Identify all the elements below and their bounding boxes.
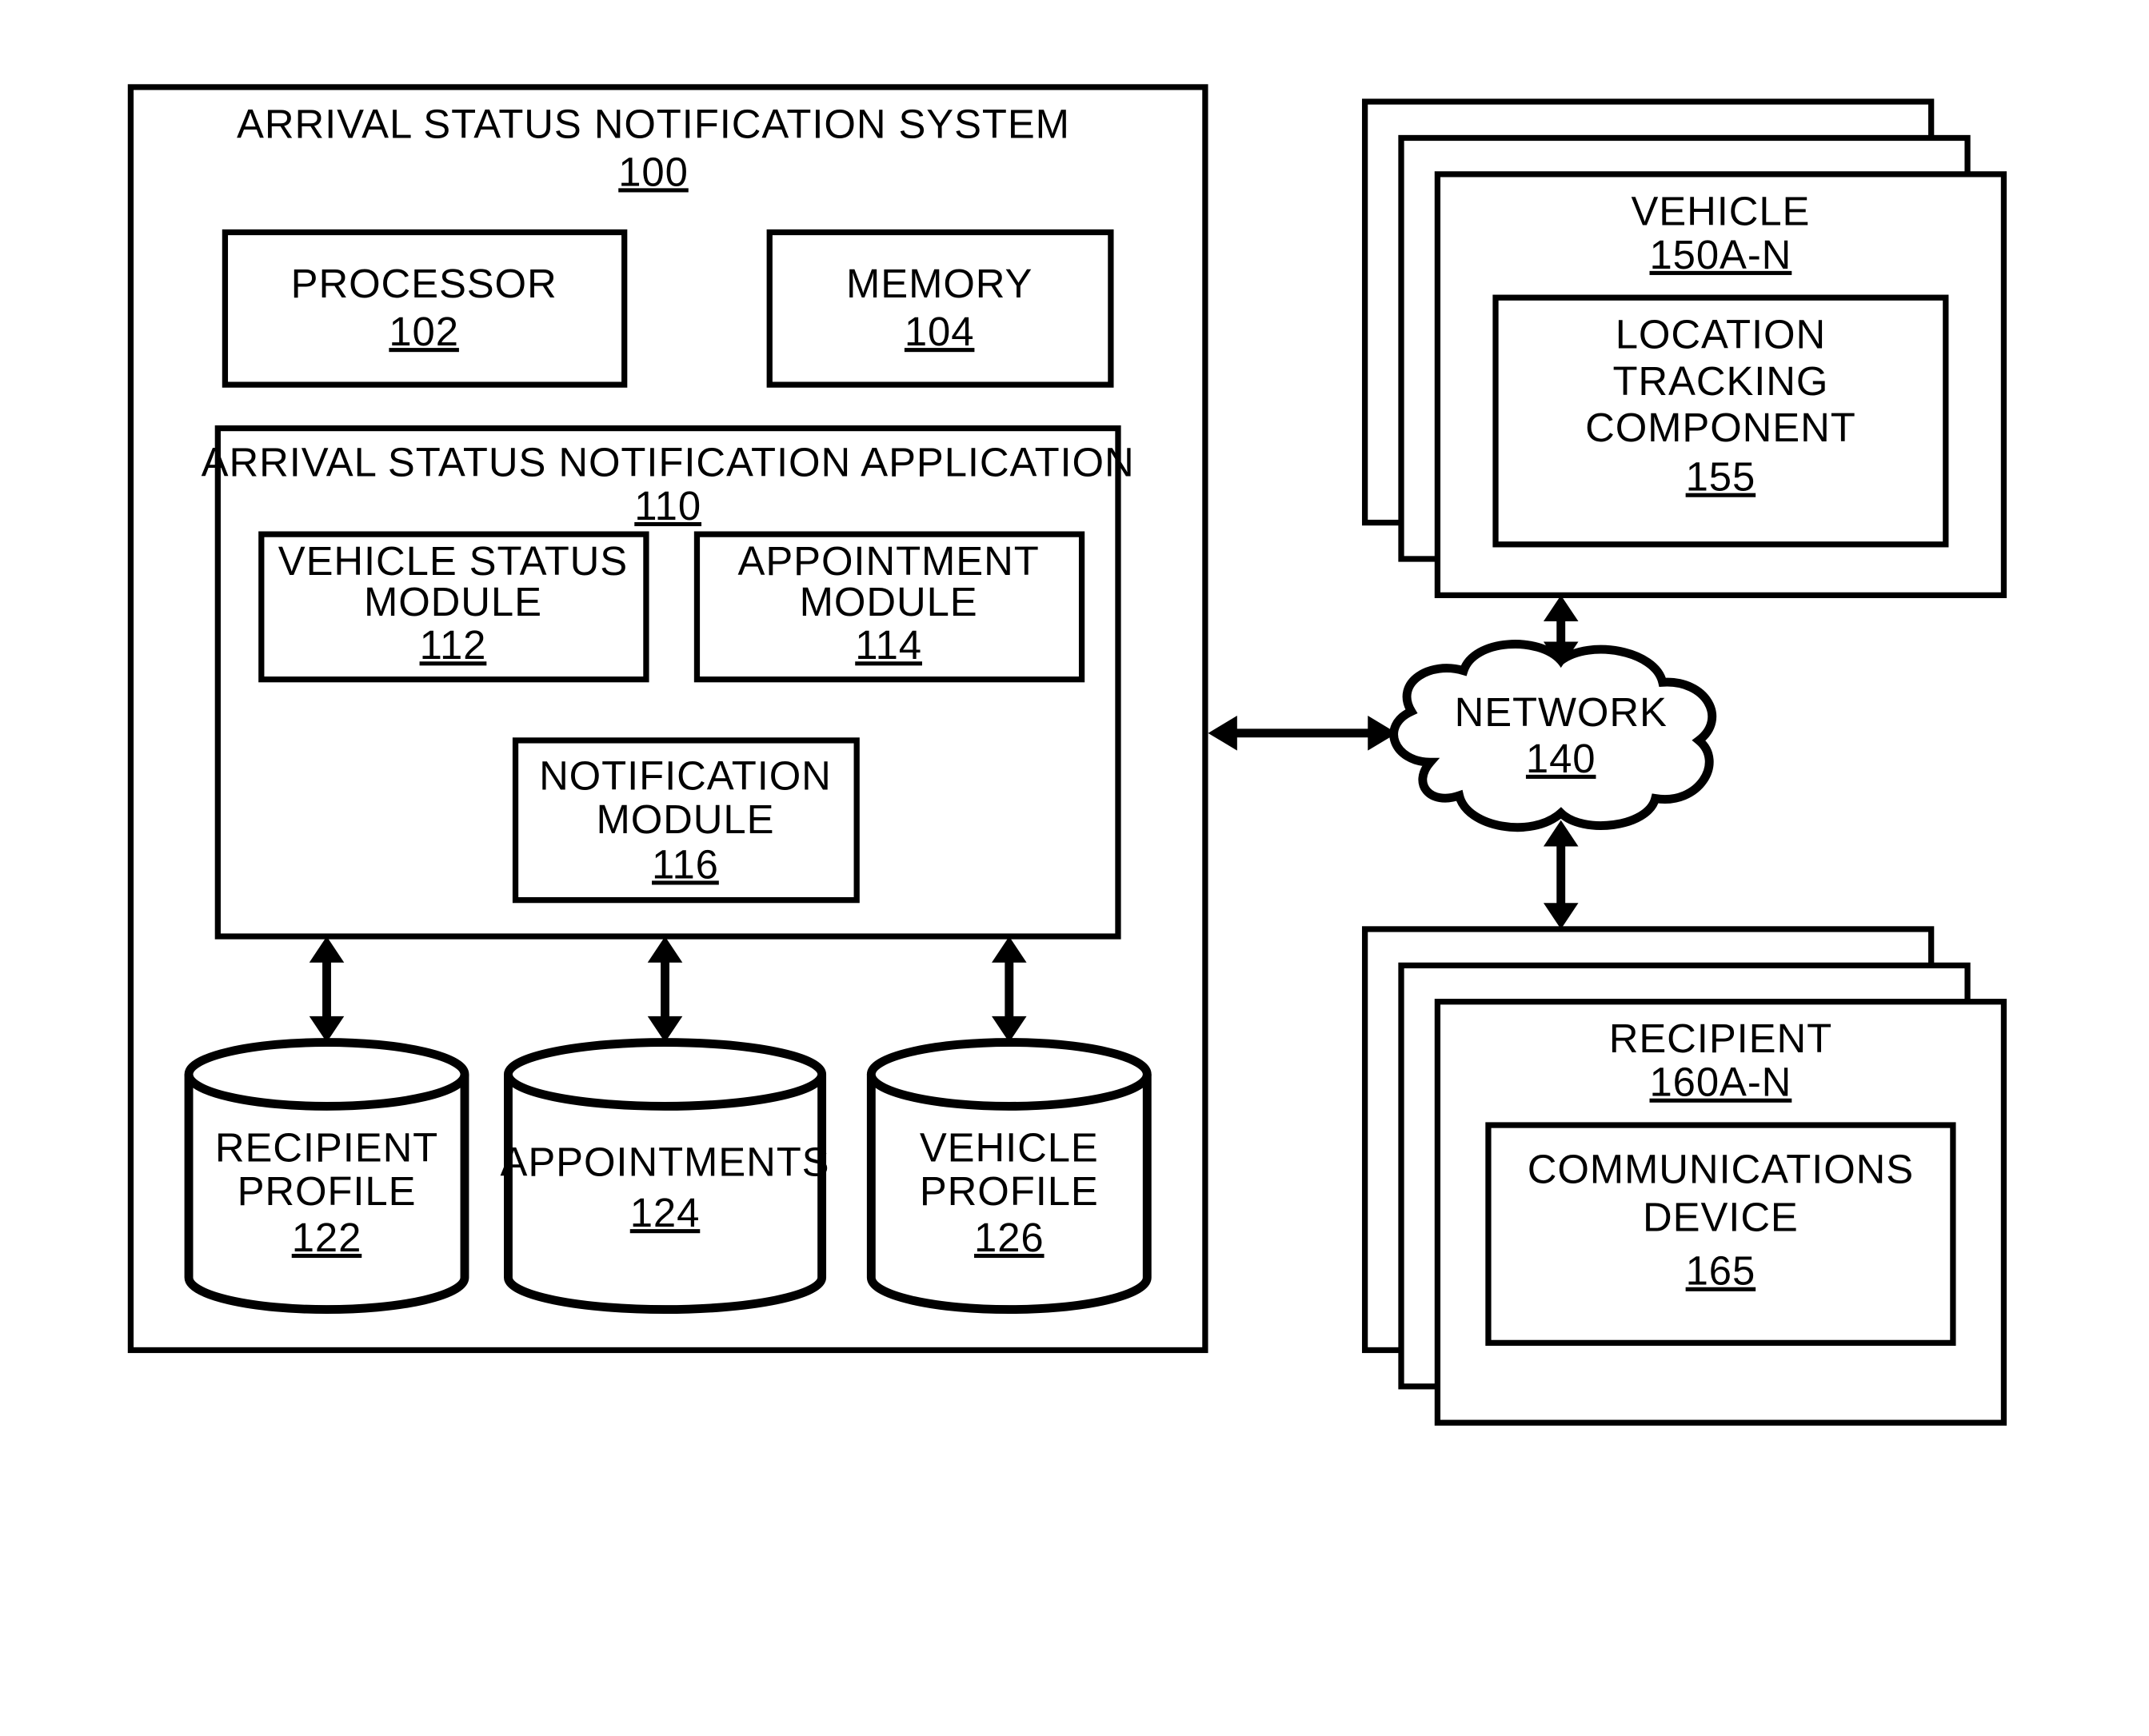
rp-ref: 122 bbox=[292, 1215, 362, 1260]
rp-line2: PROFILE bbox=[238, 1168, 417, 1214]
vp-ref: 126 bbox=[974, 1215, 1045, 1260]
location-tracking-component-box: LOCATION TRACKING COMPONENT 155 bbox=[1496, 297, 1946, 545]
communications-device-box: COMMUNICATIONS DEVICE 165 bbox=[1488, 1125, 1953, 1343]
application-title: ARRIVAL STATUS NOTIFICATION APPLICATION bbox=[202, 439, 1135, 485]
notification-module-box: NOTIFICATION MODULE 116 bbox=[516, 740, 857, 900]
vsm-line1: VEHICLE STATUS bbox=[278, 538, 628, 584]
system-block: ARRIVAL STATUS NOTIFICATION SYSTEM 100 P… bbox=[130, 87, 1204, 1351]
network-cloud: NETWORK 140 bbox=[1394, 645, 1712, 828]
apptm-line1: APPOINTMENT bbox=[738, 538, 1040, 584]
cd-line1: COMMUNICATIONS bbox=[1528, 1147, 1914, 1192]
system-ref: 100 bbox=[618, 149, 689, 194]
cd-line2: DEVICE bbox=[1643, 1195, 1799, 1240]
vehicle-stack: VEHICLE 150A-N LOCATION TRACKING COMPONE… bbox=[1365, 102, 2004, 595]
vp-line1: VEHICLE bbox=[920, 1124, 1099, 1170]
vehicle-profile-store: VEHICLE PROFILE 126 bbox=[871, 1043, 1147, 1310]
apptm-ref: 114 bbox=[855, 622, 922, 668]
processor-box: PROCESSOR 102 bbox=[225, 232, 624, 385]
apptm-line2: MODULE bbox=[800, 579, 978, 625]
recipient-label: RECIPIENT bbox=[1609, 1016, 1832, 1061]
ltc-line3: COMPONENT bbox=[1585, 405, 1856, 450]
appointment-module-box: APPOINTMENT MODULE 114 bbox=[697, 534, 1081, 680]
vehicle-ref: 150A-N bbox=[1650, 232, 1792, 277]
appt-ref: 124 bbox=[630, 1190, 701, 1235]
vsm-ref: 112 bbox=[420, 622, 487, 668]
recipient-ref: 160A-N bbox=[1650, 1060, 1792, 1105]
cd-ref: 165 bbox=[1686, 1248, 1756, 1294]
processor-ref: 102 bbox=[389, 309, 459, 354]
memory-label: MEMORY bbox=[846, 261, 1033, 306]
ltc-ref: 155 bbox=[1686, 454, 1756, 500]
application-ref: 110 bbox=[634, 483, 701, 529]
notif-line1: NOTIFICATION bbox=[539, 753, 832, 799]
vehicle-status-module-box: VEHICLE STATUS MODULE 112 bbox=[262, 534, 646, 680]
application-block: ARRIVAL STATUS NOTIFICATION APPLICATION … bbox=[202, 429, 1135, 936]
memory-box: MEMORY 104 bbox=[769, 232, 1111, 385]
system-title: ARRIVAL STATUS NOTIFICATION SYSTEM bbox=[237, 101, 1070, 146]
appt-line1: APPOINTMENTS bbox=[501, 1139, 830, 1185]
recipient-stack: RECIPIENT 160A-N COMMUNICATIONS DEVICE 1… bbox=[1365, 929, 2004, 1423]
network-label: NETWORK bbox=[1455, 689, 1668, 735]
memory-ref: 104 bbox=[905, 309, 975, 354]
processor-label: PROCESSOR bbox=[291, 261, 557, 306]
recipient-profile-store: RECIPIENT PROFILE 122 bbox=[189, 1043, 465, 1310]
network-ref: 140 bbox=[1526, 736, 1596, 781]
ltc-line2: TRACKING bbox=[1612, 358, 1828, 404]
notif-ref: 116 bbox=[652, 841, 719, 887]
appointments-store: APPOINTMENTS 124 bbox=[501, 1043, 830, 1310]
notif-line2: MODULE bbox=[596, 796, 774, 842]
ltc-line1: LOCATION bbox=[1616, 312, 1826, 357]
vp-line2: PROFILE bbox=[920, 1168, 1099, 1214]
vsm-line2: MODULE bbox=[364, 579, 542, 625]
arrow-system-network bbox=[1208, 716, 1397, 751]
vehicle-label: VEHICLE bbox=[1631, 188, 1810, 233]
arrow-network-recipient bbox=[1544, 820, 1579, 929]
rp-line1: RECIPIENT bbox=[215, 1124, 438, 1170]
diagram-root: ARRIVAL STATUS NOTIFICATION SYSTEM 100 P… bbox=[0, 0, 2149, 1452]
